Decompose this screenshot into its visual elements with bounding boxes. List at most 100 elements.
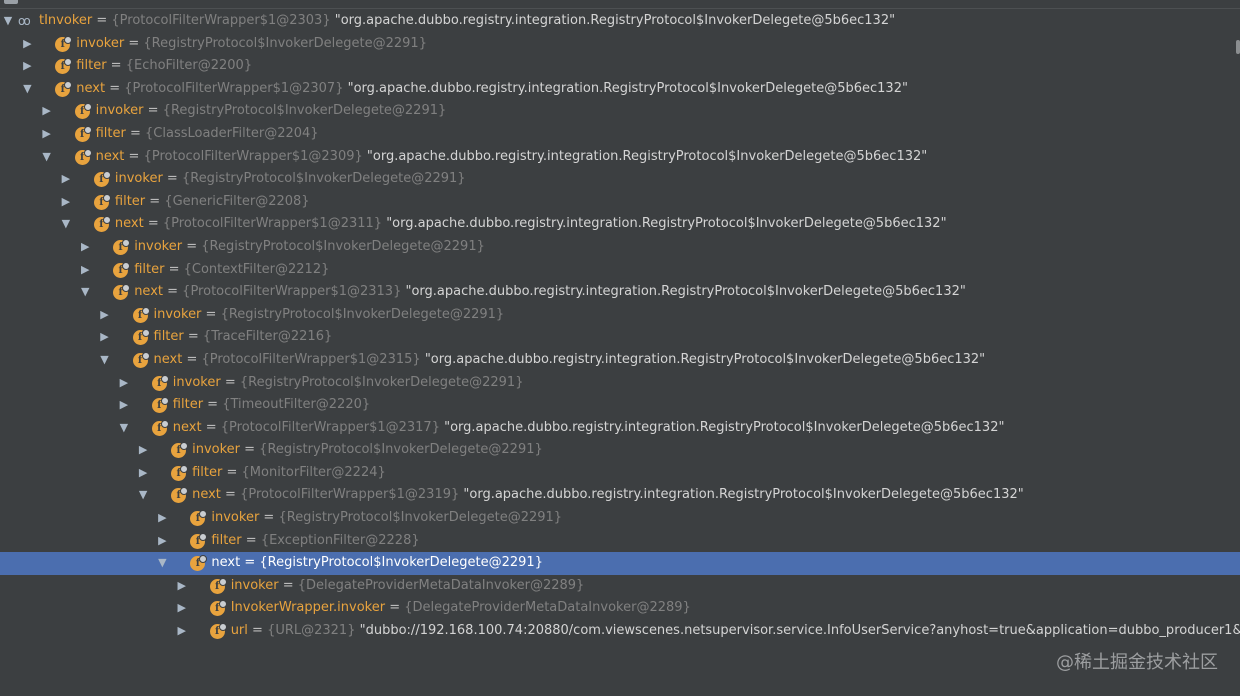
variable-value: "org.apache.dubbo.registry.integration.R…	[405, 284, 966, 300]
tree-row[interactable]: ▶ f invoker = {RegistryProtocol$InvokerDel…	[0, 372, 1240, 395]
tree-row[interactable]: ▼ f next = {ProtocolFilterWrapper$1@2309} …	[0, 146, 1240, 169]
tree-row[interactable]: ▶ f invoker = {RegistryProtocol$InvokerDel…	[0, 100, 1240, 123]
collapse-arrow-icon[interactable]: ▼	[2, 10, 14, 32]
expand-arrow-icon[interactable]: ▶	[156, 530, 168, 552]
expand-arrow-icon[interactable]: ▶	[176, 620, 188, 642]
collapse-arrow-icon[interactable]: ▼	[21, 78, 33, 100]
variable-type: {ProtocolFilterWrapper$1@2317}	[220, 419, 440, 435]
variable-type: {URL@2321}	[267, 623, 356, 639]
collapse-arrow-icon[interactable]: ▼	[156, 552, 168, 574]
collapse-arrow-icon[interactable]: ▼	[99, 349, 111, 371]
collapse-arrow-icon[interactable]: ▼	[118, 417, 130, 439]
equals-sign: =	[143, 103, 163, 119]
expand-arrow-icon[interactable]: ▶	[176, 597, 188, 619]
variable-label: url = {URL@2321} "dubbo://192.168.100.74…	[231, 620, 1240, 643]
variable-type: {RegistryProtocol$InvokerDelegete@2291}	[162, 103, 447, 119]
expand-arrow-icon[interactable]: ▶	[137, 439, 149, 461]
expand-arrow-icon[interactable]: ▶	[41, 100, 53, 122]
expand-arrow-icon[interactable]: ▶	[137, 462, 149, 484]
tree-row[interactable]: ▶ f filter = {EchoFilter@2200}	[0, 55, 1240, 78]
tree-row[interactable]: ▼ oo tInvoker = {ProtocolFilterWrapper$1@2…	[0, 10, 1240, 33]
variable-label: invoker = {DelegateProviderMetaDataInvok…	[231, 575, 585, 598]
variable-type: {EchoFilter@2200}	[125, 58, 253, 74]
variable-name: filter	[95, 125, 126, 141]
variable-type: {GenericFilter@2208}	[164, 193, 310, 209]
tree-row[interactable]: ▶ f invoker = {RegistryProtocol$InvokerDel…	[0, 507, 1240, 530]
tree-row[interactable]: ▶ f filter = {ExceptionFilter@2228}	[0, 530, 1240, 553]
field-icon: f	[132, 306, 150, 323]
variable-name: next	[192, 487, 221, 503]
variable-name: invoker	[114, 171, 163, 187]
tree-row[interactable]: ▶ f filter = {TimeoutFilter@2220}	[0, 394, 1240, 417]
variable-value: "org.apache.dubbo.registry.integration.R…	[424, 351, 986, 367]
tree-row[interactable]: ▼ f next = {ProtocolFilterWrapper$1@2315} …	[0, 349, 1240, 372]
expand-arrow-icon[interactable]: ▶	[118, 372, 130, 394]
collapse-arrow-icon[interactable]: ▼	[137, 484, 149, 506]
collapse-arrow-icon[interactable]: ▼	[79, 281, 91, 303]
expand-arrow-icon[interactable]: ▶	[99, 326, 111, 348]
tree-row[interactable]: ▼ f next = {RegistryProtocol$InvokerDelege…	[0, 552, 1240, 575]
equals-sign: =	[145, 193, 165, 209]
tree-row[interactable]: ▶ f InvokerWrapper.invoker = {DelegateProv…	[0, 597, 1240, 620]
variable-name: invoker	[230, 577, 279, 593]
equals-sign: =	[125, 125, 146, 141]
expand-arrow-icon[interactable]: ▶	[79, 236, 91, 258]
variable-value: "org.apache.dubbo.registry.integration.R…	[334, 13, 896, 28]
variable-type: {TimeoutFilter@2220}	[222, 397, 371, 413]
variable-label: filter = {ExceptionFilter@2228}	[211, 530, 419, 553]
field-icon: f	[74, 103, 92, 120]
variable-name: invoker	[95, 103, 144, 119]
expand-arrow-icon[interactable]: ▶	[99, 304, 111, 326]
variable-label: invoker = {RegistryProtocol$InvokerDeleg…	[115, 168, 466, 191]
variable-name: filter	[153, 329, 184, 345]
variable-label: invoker = {RegistryProtocol$InvokerDeleg…	[96, 100, 447, 123]
expand-arrow-icon[interactable]: ▶	[118, 394, 130, 416]
variables-list: ▼ oo tInvoker = {ProtocolFilterWrapper$1@2…	[0, 10, 1240, 643]
tree-row[interactable]: ▶ f invoker = {RegistryProtocol$InvokerDel…	[0, 236, 1240, 259]
variable-label: next = {ProtocolFilterWrapper$1@2319} "o…	[192, 484, 1024, 507]
expand-arrow-icon[interactable]: ▶	[176, 575, 188, 597]
tree-row[interactable]: ▶ f invoker = {DelegateProviderMetaDataInv…	[0, 575, 1240, 598]
variable-name: next	[95, 148, 125, 164]
variable-label: next = {ProtocolFilterWrapper$1@2307} "o…	[76, 78, 908, 101]
tree-row[interactable]: ▼ f next = {ProtocolFilterWrapper$1@2319} …	[0, 484, 1240, 507]
variable-label: next = {ProtocolFilterWrapper$1@2309} "o…	[96, 146, 928, 169]
collapse-arrow-icon[interactable]: ▼	[60, 213, 72, 235]
field-icon: f	[190, 532, 208, 549]
variable-label: invoker = {RegistryProtocol$InvokerDeleg…	[173, 372, 524, 395]
equals-sign: =	[105, 80, 125, 96]
tree-row[interactable]: ▼ f next = {ProtocolFilterWrapper$1@2317} …	[0, 417, 1240, 440]
tree-row[interactable]: ▶ f invoker = {RegistryProtocol$InvokerDel…	[0, 304, 1240, 327]
tree-row[interactable]: ▼ f next = {ProtocolFilterWrapper$1@2313} …	[0, 281, 1240, 304]
equals-sign: =	[240, 555, 260, 571]
equals-sign: =	[220, 487, 241, 503]
expand-arrow-icon[interactable]: ▶	[41, 123, 53, 145]
tree-row[interactable]: ▶ f filter = {TraceFilter@2216}	[0, 326, 1240, 349]
tree-row[interactable]: ▶ f invoker = {RegistryProtocol$InvokerDel…	[0, 168, 1240, 191]
expand-arrow-icon[interactable]: ▶	[156, 507, 168, 529]
tree-row[interactable]: ▶ f filter = {ContextFilter@2212}	[0, 259, 1240, 282]
equals-sign: =	[182, 238, 202, 254]
tree-row[interactable]: ▶ f invoker = {RegistryProtocol$InvokerDel…	[0, 33, 1240, 56]
variable-type: {DelegateProviderMetaDataInvoker@2289}	[297, 577, 585, 593]
expand-arrow-icon[interactable]: ▶	[60, 168, 72, 190]
variable-name: invoker	[134, 238, 183, 254]
tree-row[interactable]: ▶ f filter = {ClassLoaderFilter@2204}	[0, 123, 1240, 146]
collapse-arrow-icon[interactable]: ▼	[41, 146, 53, 168]
tree-row[interactable]: ▶ f filter = {MonitorFilter@2224}	[0, 462, 1240, 485]
field-icon: f	[171, 442, 189, 459]
variable-label: invoker = {RegistryProtocol$InvokerDeleg…	[211, 507, 562, 530]
variable-label: filter = {GenericFilter@2208}	[115, 191, 310, 214]
tree-row[interactable]: ▶ f invoker = {RegistryProtocol$InvokerDel…	[0, 439, 1240, 462]
tree-row[interactable]: ▶ f url = {URL@2321} "dubbo://192.168.100.…	[0, 620, 1240, 643]
expand-arrow-icon[interactable]: ▶	[21, 55, 33, 77]
expand-arrow-icon[interactable]: ▶	[79, 259, 91, 281]
expand-arrow-icon[interactable]: ▶	[60, 191, 72, 213]
tree-row[interactable]: ▼ f next = {ProtocolFilterWrapper$1@2311} …	[0, 213, 1240, 236]
variable-name: filter	[114, 193, 146, 209]
tree-row[interactable]: ▶ f filter = {GenericFilter@2208}	[0, 191, 1240, 214]
field-icon: f	[55, 80, 73, 97]
expand-arrow-icon[interactable]: ▶	[21, 33, 33, 55]
tree-row[interactable]: ▼ f next = {ProtocolFilterWrapper$1@2307} …	[0, 78, 1240, 101]
variable-label: invoker = {RegistryProtocol$InvokerDeleg…	[134, 236, 485, 259]
